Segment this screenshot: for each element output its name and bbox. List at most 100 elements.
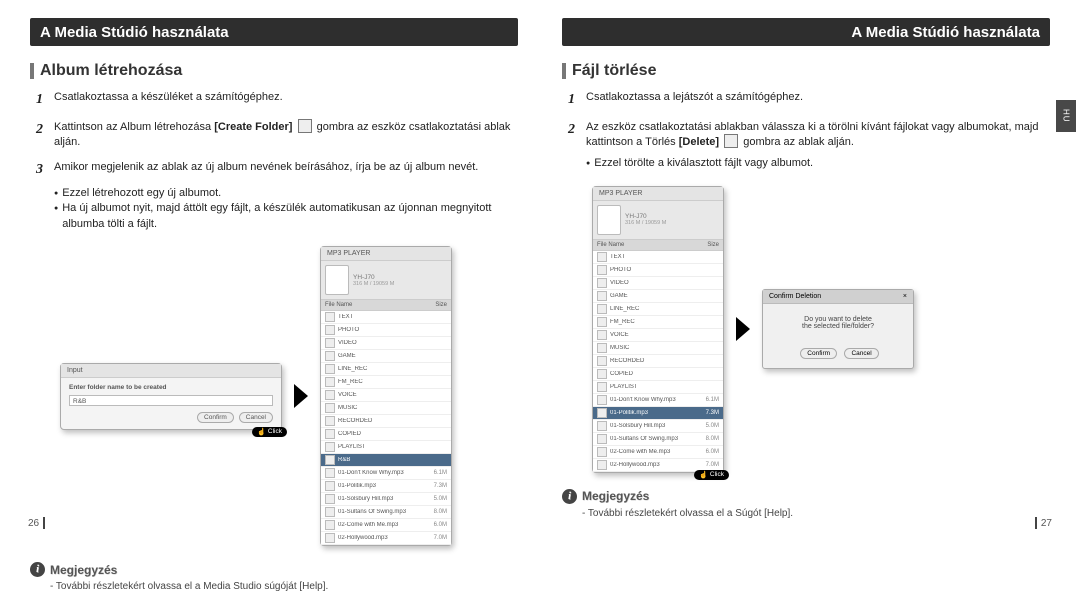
page-number: 27	[1035, 517, 1052, 529]
row-name: PLAYLIST	[338, 444, 447, 450]
panel-head: YH-J70 316 M / 19059 M	[593, 201, 723, 240]
row-name: VOICE	[610, 332, 719, 338]
page-right: A Media Stúdió használata Fájl törlése 1…	[540, 0, 1080, 539]
dialog-body: Do you want to delete the selected file/…	[763, 304, 913, 342]
dialog-title-bar: Confirm Deletion ×	[763, 290, 913, 304]
row-name: LINE_REC	[338, 366, 447, 372]
folder-row[interactable]: MUSIC	[321, 402, 451, 415]
row-name: PHOTO	[338, 327, 447, 333]
file-row[interactable]: 01-Sultans Of Swing.mp38.0M	[321, 506, 451, 519]
folder-row[interactable]: PLAYLIST	[593, 381, 723, 394]
step-text: Csatlakoztassa a lejátszót a számítógéph…	[586, 90, 803, 110]
file-row[interactable]: 01-Solsbury Hill.mp35.0M	[593, 420, 723, 433]
row-name: 02-Come with Me.mp3	[610, 449, 697, 455]
page-number: 26	[28, 517, 45, 529]
folder-row[interactable]: PLAYLIST	[321, 441, 451, 454]
dialog-line1: Do you want to delete	[773, 316, 903, 323]
row-name: TEXT	[610, 254, 719, 260]
close-icon[interactable]: ×	[903, 293, 907, 300]
note-title: Megjegyzés	[582, 489, 649, 503]
dialog-actions: Confirm Cancel	[763, 342, 913, 368]
folder-icon	[597, 291, 607, 301]
row-name: 01-Solsbury Hill.mp3	[610, 423, 697, 429]
file-row[interactable]: 01-Solsbury Hill.mp35.0M	[321, 493, 451, 506]
folder-row-selected[interactable]: R&B	[321, 454, 451, 467]
folder-icon	[597, 252, 607, 262]
folder-row[interactable]: TEXT	[321, 311, 451, 324]
folder-icon	[597, 265, 607, 275]
step-1: 1 Csatlakoztassa a lejátszót a számítógé…	[568, 90, 1050, 110]
note-text: - További részletekért olvassa el a Medi…	[50, 581, 518, 592]
page-num-bar	[1035, 517, 1037, 529]
row-name: FM_REC	[338, 379, 447, 385]
folder-icon	[325, 442, 335, 452]
file-icon	[597, 460, 607, 470]
folder-icon	[325, 416, 335, 426]
folder-row[interactable]: GAME	[321, 350, 451, 363]
row-name: 02-Come with Me.mp3	[338, 522, 425, 528]
folder-row[interactable]: VIDEO	[593, 277, 723, 290]
file-row[interactable]: 01-Politik.mp37.3M	[321, 480, 451, 493]
device-icon	[325, 265, 349, 295]
folder-row[interactable]: MUSIC	[593, 342, 723, 355]
row-size: 8.0M	[425, 509, 447, 515]
folder-row[interactable]: PHOTO	[593, 264, 723, 277]
row-name: 01-Sultans Of Swing.mp3	[338, 509, 425, 515]
confirm-dialog: Confirm Deletion × Do you want to delete…	[762, 289, 914, 369]
step-2: 2 Kattintson az Album létrehozása [Creat…	[36, 120, 518, 151]
input-dialog: Input Enter folder name to be created R&…	[60, 363, 282, 430]
file-row[interactable]: 01-Don't Know Why.mp36.1M	[593, 394, 723, 407]
row-size: 6.1M	[697, 397, 719, 403]
folder-row[interactable]: TEXT	[593, 251, 723, 264]
row-name: TEXT	[338, 314, 447, 320]
confirm-button[interactable]: Confirm	[800, 348, 837, 359]
folder-row[interactable]: PHOTO	[321, 324, 451, 337]
folder-row[interactable]: FM_REC	[321, 376, 451, 389]
language-tab: HU	[1056, 100, 1076, 132]
row-name: 02-Hollywood.mp3	[610, 462, 697, 468]
click-badge: Click	[694, 470, 729, 480]
cancel-button[interactable]: Cancel	[239, 412, 273, 423]
bullet-icon	[54, 186, 58, 201]
folder-row[interactable]: LINE_REC	[593, 303, 723, 316]
folder-row[interactable]: COPIED	[321, 428, 451, 441]
folder-icon	[325, 390, 335, 400]
file-row[interactable]: 01-Sultans Of Swing.mp38.0M	[593, 433, 723, 446]
col-name: File Name	[325, 302, 425, 308]
file-row[interactable]: 01-Don't Know Why.mp36.1M	[321, 467, 451, 480]
row-size: 6.0M	[425, 522, 447, 528]
row-name: 01-Don't Know Why.mp3	[338, 470, 425, 476]
file-list: 01-Don't Know Why.mp36.1M01-Politik.mp37…	[593, 394, 723, 472]
row-size: 8.0M	[697, 436, 719, 442]
row-name: GAME	[338, 353, 447, 359]
folder-row[interactable]: VOICE	[593, 329, 723, 342]
folder-list: TEXT PHOTO VIDEO GAME LINE_REC FM_REC VOICEMUS…	[321, 311, 451, 454]
file-row[interactable]: 02-Come with Me.mp36.0M	[321, 519, 451, 532]
folder-row[interactable]: RECORDED	[321, 415, 451, 428]
folder-icon	[325, 338, 335, 348]
page-left: A Media Stúdió használata Album létrehoz…	[0, 0, 540, 539]
confirm-button[interactable]: Confirm	[197, 412, 234, 423]
note-heading: i Megjegyzés	[562, 489, 1050, 504]
folder-row[interactable]: RECORDED	[593, 355, 723, 368]
folder-row[interactable]: FM_REC	[593, 316, 723, 329]
row-name: VIDEO	[610, 280, 719, 286]
folder-row[interactable]: VIDEO	[321, 337, 451, 350]
step-num: 2	[36, 120, 48, 151]
dialog-title: Input	[61, 364, 281, 378]
folder-row[interactable]: LINE_REC	[321, 363, 451, 376]
file-row[interactable]: 02-Come with Me.mp36.0M	[593, 446, 723, 459]
row-name: PHOTO	[610, 267, 719, 273]
row-name: FM_REC	[610, 319, 719, 325]
folder-row[interactable]: COPIED	[593, 368, 723, 381]
cancel-button[interactable]: Cancel	[844, 348, 878, 359]
row-size: 7.3M	[697, 410, 719, 416]
folder-icon	[597, 330, 607, 340]
folder-name-input[interactable]: R&B	[69, 395, 273, 406]
arrow-icon	[736, 317, 750, 341]
folder-row[interactable]: GAME	[593, 290, 723, 303]
bullet-icon	[586, 156, 590, 171]
folder-row[interactable]: VOICE	[321, 389, 451, 402]
section-title-left: Album létrehozása	[30, 62, 518, 80]
file-row[interactable]: 01-Politik.mp37.3M	[593, 407, 723, 420]
